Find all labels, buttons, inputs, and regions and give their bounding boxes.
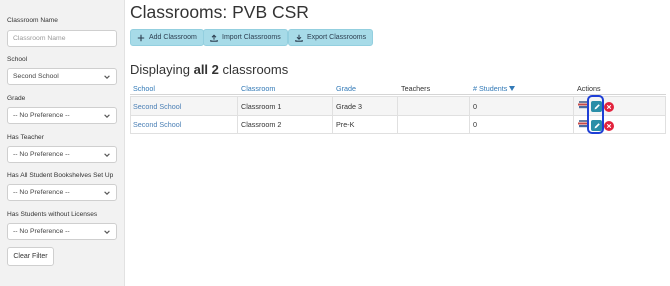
delete-icon — [606, 104, 612, 110]
school-link[interactable]: Second School — [130, 116, 181, 133]
filter-sidebar: Classroom Name Classroom Name School Sec… — [0, 0, 125, 286]
header-school[interactable]: School — [130, 82, 155, 94]
results-prefix: Displaying — [130, 62, 194, 77]
table-row: Second School Classroom 2 Pre-K 0 — [130, 115, 666, 134]
chevron-down-icon — [104, 74, 110, 79]
upload-icon — [210, 33, 218, 42]
licenses-label: Has Students without Licenses — [7, 211, 98, 218]
clear-filter-button[interactable]: Clear Filter — [7, 247, 54, 266]
grade-select[interactable]: -- No Preference -- — [7, 107, 117, 124]
school-link[interactable]: Second School — [130, 97, 181, 115]
column-divider — [573, 116, 574, 133]
header-students[interactable]: # Students — [470, 82, 516, 94]
add-classroom-button[interactable]: Add Classroom — [130, 29, 204, 46]
delete-button[interactable] — [604, 102, 614, 112]
results-count: all 2 — [193, 62, 219, 77]
teachers-cell — [398, 97, 401, 115]
table-header-row: School Classroom Grade Teachers # Studen… — [130, 82, 666, 95]
licenses-select[interactable]: -- No Preference -- — [7, 223, 117, 240]
export-classrooms-label: Export Classrooms — [307, 34, 367, 41]
header-classroom[interactable]: Classroom — [238, 82, 275, 94]
chevron-down-icon — [104, 152, 110, 157]
plus-icon — [137, 34, 145, 41]
chevron-down-icon — [104, 229, 110, 234]
classroom-name-label: Classroom Name — [7, 17, 58, 24]
bookshelves-label: Has All Student Bookshelves Set Up — [7, 172, 114, 179]
school-select-value: Second School — [13, 73, 59, 80]
school-select[interactable]: Second School — [7, 68, 117, 85]
results-summary: Displaying all 2 classrooms — [130, 62, 288, 77]
bookshelves-select-value: -- No Preference -- — [13, 189, 70, 196]
chevron-down-icon — [104, 113, 110, 118]
students-cell: 0 — [473, 120, 477, 129]
has-teacher-select[interactable]: -- No Preference -- — [7, 146, 117, 163]
classroom-cell: Classroom 1 — [241, 101, 282, 111]
header-teachers: Teachers — [401, 83, 431, 93]
header-actions: Actions — [577, 83, 601, 93]
chevron-down-icon — [104, 190, 110, 195]
table-row: Second School Classroom 1 Grade 3 0 — [130, 96, 666, 115]
classroom-name-input[interactable]: Classroom Name — [7, 30, 117, 47]
import-classrooms-button[interactable]: Import Classrooms — [203, 29, 288, 46]
export-classrooms-button[interactable]: Export Classrooms — [288, 29, 374, 46]
licenses-select-value: -- No Preference -- — [13, 228, 70, 235]
header-grade[interactable]: Grade — [333, 82, 356, 94]
page-title: Classrooms: PVB CSR — [130, 2, 309, 22]
students-cell: 0 — [473, 101, 477, 111]
grade-cell: Pre-K — [336, 120, 355, 129]
grade-cell: Grade 3 — [336, 101, 362, 111]
results-suffix: classrooms — [218, 62, 289, 77]
school-label: School — [7, 56, 28, 63]
has-teacher-label: Has Teacher — [7, 134, 44, 141]
grade-label: Grade — [7, 95, 26, 102]
has-teacher-select-value: -- No Preference -- — [13, 151, 70, 158]
download-icon — [295, 34, 303, 42]
edit-buttons-highlight — [587, 95, 604, 134]
bookshelves-select[interactable]: -- No Preference -- — [7, 184, 117, 201]
sort-descending-icon — [509, 85, 516, 91]
classroom-cell: Classroom 2 — [241, 120, 282, 129]
import-classrooms-label: Import Classrooms — [222, 34, 281, 41]
delete-icon — [606, 123, 612, 129]
delete-button[interactable] — [604, 121, 614, 131]
grade-select-value: -- No Preference -- — [13, 112, 70, 119]
teachers-cell — [398, 116, 401, 133]
column-divider — [573, 97, 574, 115]
header-students-label: # Students — [473, 83, 508, 93]
add-classroom-label: Add Classroom — [149, 34, 197, 41]
